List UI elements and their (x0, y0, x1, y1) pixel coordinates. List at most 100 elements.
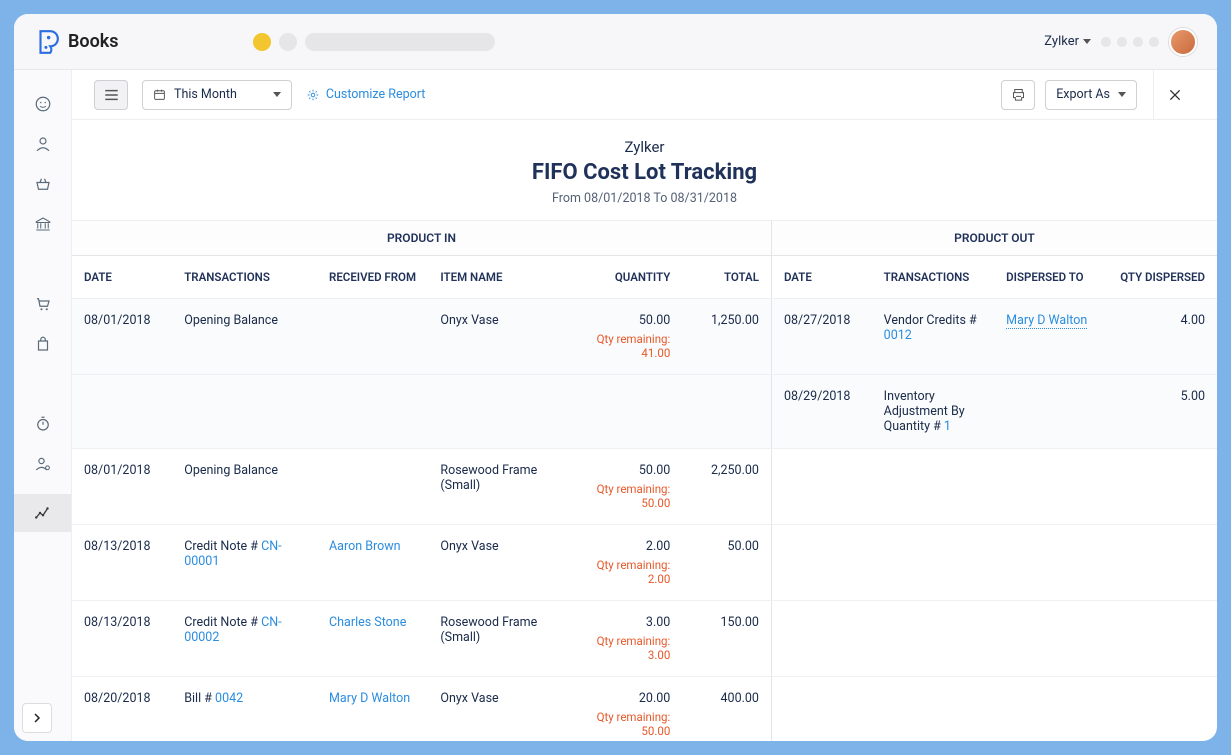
sidebar-banking[interactable] (33, 214, 53, 234)
stopwatch-icon (34, 415, 52, 433)
placeholder-dot (1149, 37, 1159, 47)
cell-quantity: 3.00Qty remaining: 3.00 (560, 601, 683, 677)
chart-icon (34, 504, 52, 522)
cell-date: 08/20/2018 (72, 677, 172, 742)
cell-item: Onyx Vase (428, 677, 559, 742)
print-icon (1011, 87, 1026, 102)
export-label: Export As (1056, 87, 1110, 102)
cell-total: 50.00 (682, 525, 771, 601)
cell-item (428, 375, 559, 449)
period-dropdown[interactable]: This Month (142, 80, 292, 110)
cell-qty-dispersed (1106, 449, 1217, 525)
report-toolbar: This Month Customize Report Export As (72, 70, 1217, 120)
sidebar-accountant[interactable] (33, 454, 53, 474)
cell-out-date (771, 449, 871, 525)
col-dispersed-to[interactable]: DISPERSED TO (994, 256, 1105, 299)
qty-remaining: Qty remaining: 41.00 (572, 332, 671, 360)
sidebar-reports[interactable] (14, 494, 71, 532)
cell-date: 08/13/2018 (72, 525, 172, 601)
caret-down-icon (1083, 39, 1091, 44)
cell-transaction: Opening Balance (172, 449, 317, 525)
col-quantity[interactable]: QUANTITY (560, 256, 683, 299)
cell-out-date (771, 601, 871, 677)
report-org: Zylker (72, 138, 1217, 156)
cell-transaction: Credit Note # CN-00001 (172, 525, 317, 601)
out-transaction-link[interactable]: 0012 (884, 328, 912, 343)
cell-received-from (317, 449, 428, 525)
export-dropdown[interactable]: Export As (1045, 80, 1137, 110)
contact-link[interactable]: Mary D Walton (1006, 313, 1087, 329)
app-logo[interactable]: Books (34, 29, 119, 55)
table-row: 08/29/2018Inventory Adjustment By Quanti… (72, 375, 1217, 449)
cell-out-transaction: Vendor Credits # 0012 (872, 299, 995, 375)
table-row: 08/01/2018Opening BalanceRosewood Frame … (72, 449, 1217, 525)
cell-received-from[interactable]: Aaron Brown (317, 525, 428, 601)
col-out-transactions[interactable]: TRANSACTIONS (872, 256, 995, 299)
sidebar-time[interactable] (33, 414, 53, 434)
cell-dispersed-to (994, 375, 1105, 449)
sidebar-sales[interactable] (33, 294, 53, 314)
gear-icon (306, 88, 320, 102)
col-item-name[interactable]: ITEM NAME (428, 256, 559, 299)
contact-link[interactable]: Aaron Brown (329, 539, 401, 554)
menu-button[interactable] (94, 80, 128, 110)
caret-down-icon (273, 92, 281, 97)
col-qty-dispersed[interactable]: QTY DISPERSED (1106, 256, 1217, 299)
avatar[interactable] (1169, 28, 1197, 56)
cell-received-from (317, 375, 428, 449)
topbar-action-dots (1101, 37, 1159, 47)
placeholder-dot (1133, 37, 1143, 47)
cart-icon (34, 295, 52, 313)
close-icon (1167, 87, 1183, 103)
placeholder-pill (305, 33, 495, 51)
cell-received-from (317, 299, 428, 375)
cell-total: 400.00 (682, 677, 771, 742)
cell-dispersed-to[interactable]: Mary D Walton (994, 299, 1105, 375)
bag-icon (34, 335, 52, 353)
cell-out-transaction (872, 677, 995, 742)
app-body: This Month Customize Report Export As (14, 70, 1217, 741)
cell-dispersed-to (994, 601, 1105, 677)
cell-received-from[interactable]: Charles Stone (317, 601, 428, 677)
placeholder-dot (1117, 37, 1127, 47)
col-transactions[interactable]: TRANSACTIONS (172, 256, 317, 299)
sidebar-expand-button[interactable] (22, 703, 52, 733)
cell-date: 08/01/2018 (72, 449, 172, 525)
sidebar-items[interactable] (33, 174, 53, 194)
col-received-from[interactable]: RECEIVED FROM (317, 256, 428, 299)
col-out-date[interactable]: DATE (771, 256, 871, 299)
cell-quantity: 50.00Qty remaining: 41.00 (560, 299, 683, 375)
out-transaction-link[interactable]: 1 (944, 419, 951, 434)
main: This Month Customize Report Export As (72, 70, 1217, 741)
customize-report-link[interactable]: Customize Report (306, 87, 426, 102)
sidebar-contacts[interactable] (33, 134, 53, 154)
col-date[interactable]: DATE (72, 256, 172, 299)
contact-link[interactable]: Charles Stone (329, 615, 406, 630)
topbar-placeholder (253, 33, 495, 51)
sidebar-purchases[interactable] (33, 334, 53, 354)
report-date-range: From 08/01/2018 To 08/31/2018 (72, 191, 1217, 206)
print-button[interactable] (1001, 80, 1035, 110)
cell-received-from[interactable]: Mary D Walton (317, 677, 428, 742)
cell-date (72, 375, 172, 449)
close-button[interactable] (1153, 70, 1195, 119)
cell-dispersed-to (994, 525, 1105, 601)
hamburger-icon (104, 89, 119, 101)
col-total[interactable]: TOTAL (682, 256, 771, 299)
contact-link[interactable]: Mary D Walton (329, 691, 410, 706)
cell-total: 150.00 (682, 601, 771, 677)
table-column-header: DATE TRANSACTIONS RECEIVED FROM ITEM NAM… (72, 256, 1217, 299)
cell-out-transaction: Inventory Adjustment By Quantity # 1 (872, 375, 995, 449)
cell-transaction: Credit Note # CN-00002 (172, 601, 317, 677)
sidebar-dashboard[interactable] (33, 94, 53, 114)
transaction-link[interactable]: 0042 (215, 691, 243, 706)
cell-quantity: 20.00Qty remaining: 50.00 (560, 677, 683, 742)
table-group-header: PRODUCT IN PRODUCT OUT (72, 221, 1217, 256)
placeholder-dot (279, 33, 297, 51)
basket-icon (34, 175, 52, 193)
person-icon (34, 135, 52, 153)
customize-label: Customize Report (326, 87, 426, 102)
report-table-wrap[interactable]: PRODUCT IN PRODUCT OUT DATE TRANSACTIONS… (72, 221, 1217, 741)
org-switcher[interactable]: Zylker (1044, 34, 1091, 49)
cell-transaction (172, 375, 317, 449)
